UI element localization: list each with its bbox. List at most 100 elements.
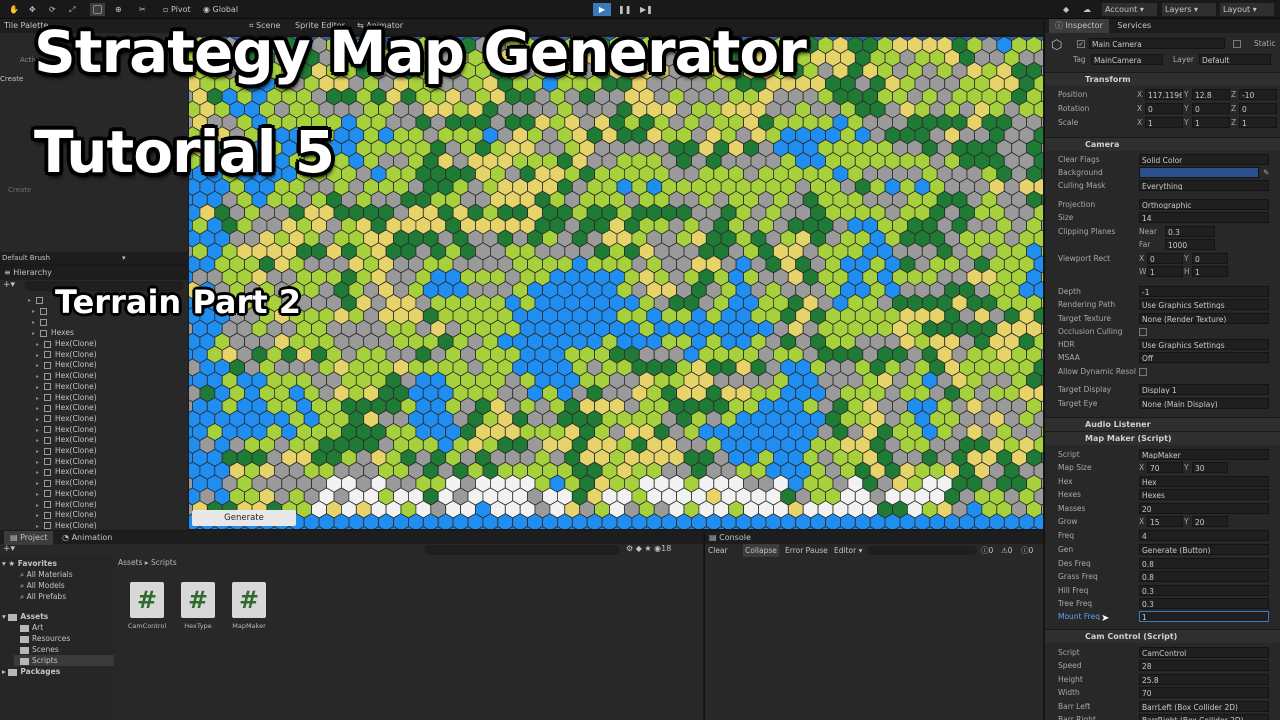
tag-dropdown[interactable]: MainCamera	[1091, 54, 1163, 65]
field-value-script[interactable]: CamControl	[1139, 647, 1269, 658]
folder-scripts[interactable]: Scripts	[14, 655, 114, 666]
console-warning-count[interactable]: ⚠0	[1001, 544, 1013, 557]
field-value-grass_freq[interactable]: 0.8	[1139, 571, 1269, 582]
breadcrumb-scripts[interactable]: Scripts	[151, 558, 177, 567]
pause-button[interactable]: ❚❚	[615, 3, 633, 16]
script-file-icon[interactable]: #	[181, 582, 215, 618]
animation-tab[interactable]: ◔ Animation	[56, 531, 118, 545]
console-collapse-button[interactable]: Collapse	[743, 544, 779, 557]
field-value-projection[interactable]: Orthographic	[1139, 199, 1269, 210]
script-file-icon[interactable]: #	[130, 582, 164, 618]
hierarchy-hex-clone-row[interactable]: ▸ Hex(Clone)	[36, 370, 97, 381]
field-value-width[interactable]: 70	[1139, 687, 1269, 698]
folder-resources[interactable]: Resources	[20, 633, 70, 644]
generate-button[interactable]: Generate	[192, 510, 296, 526]
console-info-count[interactable]: ⓘ0	[981, 544, 993, 557]
project-search-input[interactable]	[424, 545, 620, 555]
transform-scl-field[interactable]: 1	[1192, 117, 1230, 128]
fav-all-prefabs[interactable]: ⌕ All Prefabs	[20, 591, 66, 602]
hierarchy-hex-clone-row[interactable]: ▸ Hex(Clone)	[36, 359, 97, 370]
field-value-depth[interactable]: -1	[1139, 286, 1269, 297]
field-value-tree_freq[interactable]: 0.3	[1139, 598, 1269, 609]
hierarchy-hex-clone-row[interactable]: ▸ Hex(Clone)	[36, 424, 97, 435]
field-value-rendering_path[interactable]: Use Graphics Settings	[1139, 299, 1269, 310]
field-value-gen[interactable]: Generate (Button)	[1139, 544, 1269, 555]
favorites-node[interactable]: ▾ ★ Favorites	[2, 558, 57, 569]
transform-component-header[interactable]: Transform	[1045, 72, 1280, 86]
static-checkbox[interactable]	[1233, 40, 1241, 48]
project-filter-icons[interactable]: ⚙ ◆ ★ ◉18	[626, 544, 671, 553]
global-toggle[interactable]: ◉ Global	[200, 3, 241, 16]
project-add-icon[interactable]: +▾	[3, 544, 15, 554]
console-search-input[interactable]	[867, 546, 977, 555]
add-object-icon[interactable]: +▾	[3, 280, 15, 290]
viewport-h-field[interactable]: 1	[1192, 266, 1228, 277]
hierarchy-hexes-node[interactable]: ▸ Hexes	[32, 327, 74, 338]
console-error-pause-button[interactable]: Error Pause	[785, 544, 828, 557]
audio-listener-header[interactable]: Audio Listener	[1045, 417, 1280, 431]
field-value-size[interactable]: 14	[1139, 212, 1269, 223]
transform-pos-field[interactable]: 12.8	[1192, 89, 1230, 100]
viewport-x-field[interactable]: 0	[1147, 253, 1183, 264]
hierarchy-hex-clone-row[interactable]: ▸ Hex(Clone)	[36, 509, 97, 520]
background-color-swatch[interactable]	[1139, 167, 1259, 178]
game-view[interactable]	[189, 37, 1043, 529]
grow-x-field[interactable]: 15	[1147, 516, 1183, 527]
field-value-masses[interactable]: 20	[1139, 503, 1269, 514]
step-button[interactable]: ▶❚	[637, 3, 655, 16]
eyedropper-icon[interactable]: ✎	[1263, 167, 1269, 178]
custom-tool-icon[interactable]: ✂	[136, 3, 149, 16]
scale-tool-icon[interactable]: ⤢	[66, 3, 78, 16]
inspector-tab[interactable]: ⓘ Inspector	[1049, 19, 1109, 33]
field-value-height[interactable]: 25.8	[1139, 674, 1269, 685]
hierarchy-hex-clone-row[interactable]: ▸ Hex(Clone)	[36, 488, 97, 499]
grow-y-field[interactable]: 20	[1192, 516, 1228, 527]
transform-pos-field[interactable]: 117.1196	[1145, 89, 1183, 100]
field-value-freq[interactable]: 4	[1139, 530, 1269, 541]
hand-tool-icon[interactable]: ✋	[6, 3, 22, 16]
field-value-mount_freq[interactable]: 1	[1139, 611, 1269, 622]
cloud-icon[interactable]: ☁	[1080, 3, 1094, 16]
transform-pos-field[interactable]: -10	[1239, 89, 1277, 100]
assets-node[interactable]: ▾ Assets	[2, 611, 48, 622]
script-file-icon[interactable]: #	[232, 582, 266, 618]
field-value-barr_right[interactable]: BarrRight (Box Collider 2D)	[1139, 714, 1269, 720]
rect-tool-icon[interactable]	[90, 3, 105, 16]
fav-all-materials[interactable]: ⌕ All Materials	[20, 569, 73, 580]
hierarchy-hex-clone-row[interactable]: ▸ Hex(Clone)	[36, 477, 97, 488]
hierarchy-hex-clone-row[interactable]: ▸ Hex(Clone)	[36, 520, 97, 531]
hierarchy-tab[interactable]: ≡ Hierarchy	[0, 266, 188, 280]
play-button[interactable]: ▶	[593, 3, 611, 16]
hierarchy-scene-root[interactable]: ▸	[28, 294, 47, 305]
collab-icon[interactable]: ◆	[1060, 3, 1072, 16]
layers-dropdown[interactable]: Layers ▾	[1162, 3, 1216, 16]
rotate-tool-icon[interactable]: ⟳	[46, 3, 59, 16]
layer-dropdown[interactable]: Default	[1199, 54, 1271, 65]
brush-dropdown[interactable]: Default Brush ▾	[0, 252, 188, 264]
field-value-target_display[interactable]: Display 1	[1139, 384, 1269, 395]
dynamic-resolution-checkbox[interactable]	[1139, 368, 1147, 376]
project-tab[interactable]: ▤ Project	[4, 531, 54, 545]
pivot-toggle[interactable]: ▫ Pivot	[160, 3, 194, 16]
field-value-barr_left[interactable]: BarrLeft (Box Collider 2D)	[1139, 701, 1269, 712]
camera-component-header[interactable]: Camera	[1045, 137, 1280, 151]
occlusion-checkbox[interactable]	[1139, 328, 1147, 336]
transform-rot-field[interactable]: 0	[1192, 103, 1230, 114]
field-value-hex[interactable]: Hex	[1139, 476, 1269, 487]
folder-scenes[interactable]: Scenes	[20, 644, 59, 655]
camcontrol-component-header[interactable]: Cam Control (Script)	[1045, 629, 1280, 643]
field-value-des_freq[interactable]: 0.8	[1139, 558, 1269, 569]
map-size-y-field[interactable]: 30	[1192, 462, 1228, 473]
transform-scl-field[interactable]: 1	[1145, 117, 1183, 128]
hierarchy-item[interactable]: ▸	[32, 316, 51, 327]
create-new-palette[interactable]: Create	[0, 75, 23, 83]
field-value-speed[interactable]: 28	[1139, 660, 1269, 671]
hierarchy-hex-clone-row[interactable]: ▸ Hex(Clone)	[36, 392, 97, 403]
field-value-hdr[interactable]: Use Graphics Settings	[1139, 339, 1269, 350]
map-size-x-field[interactable]: 70	[1147, 462, 1183, 473]
hierarchy-hex-clone-row[interactable]: ▸ Hex(Clone)	[36, 381, 97, 392]
viewport-w-field[interactable]: 1	[1147, 266, 1183, 277]
active-checkbox[interactable]: ✓	[1077, 40, 1085, 48]
field-value-hexes[interactable]: Hexes	[1139, 489, 1269, 500]
hierarchy-hex-clone-row[interactable]: ▸ Hex(Clone)	[36, 338, 97, 349]
